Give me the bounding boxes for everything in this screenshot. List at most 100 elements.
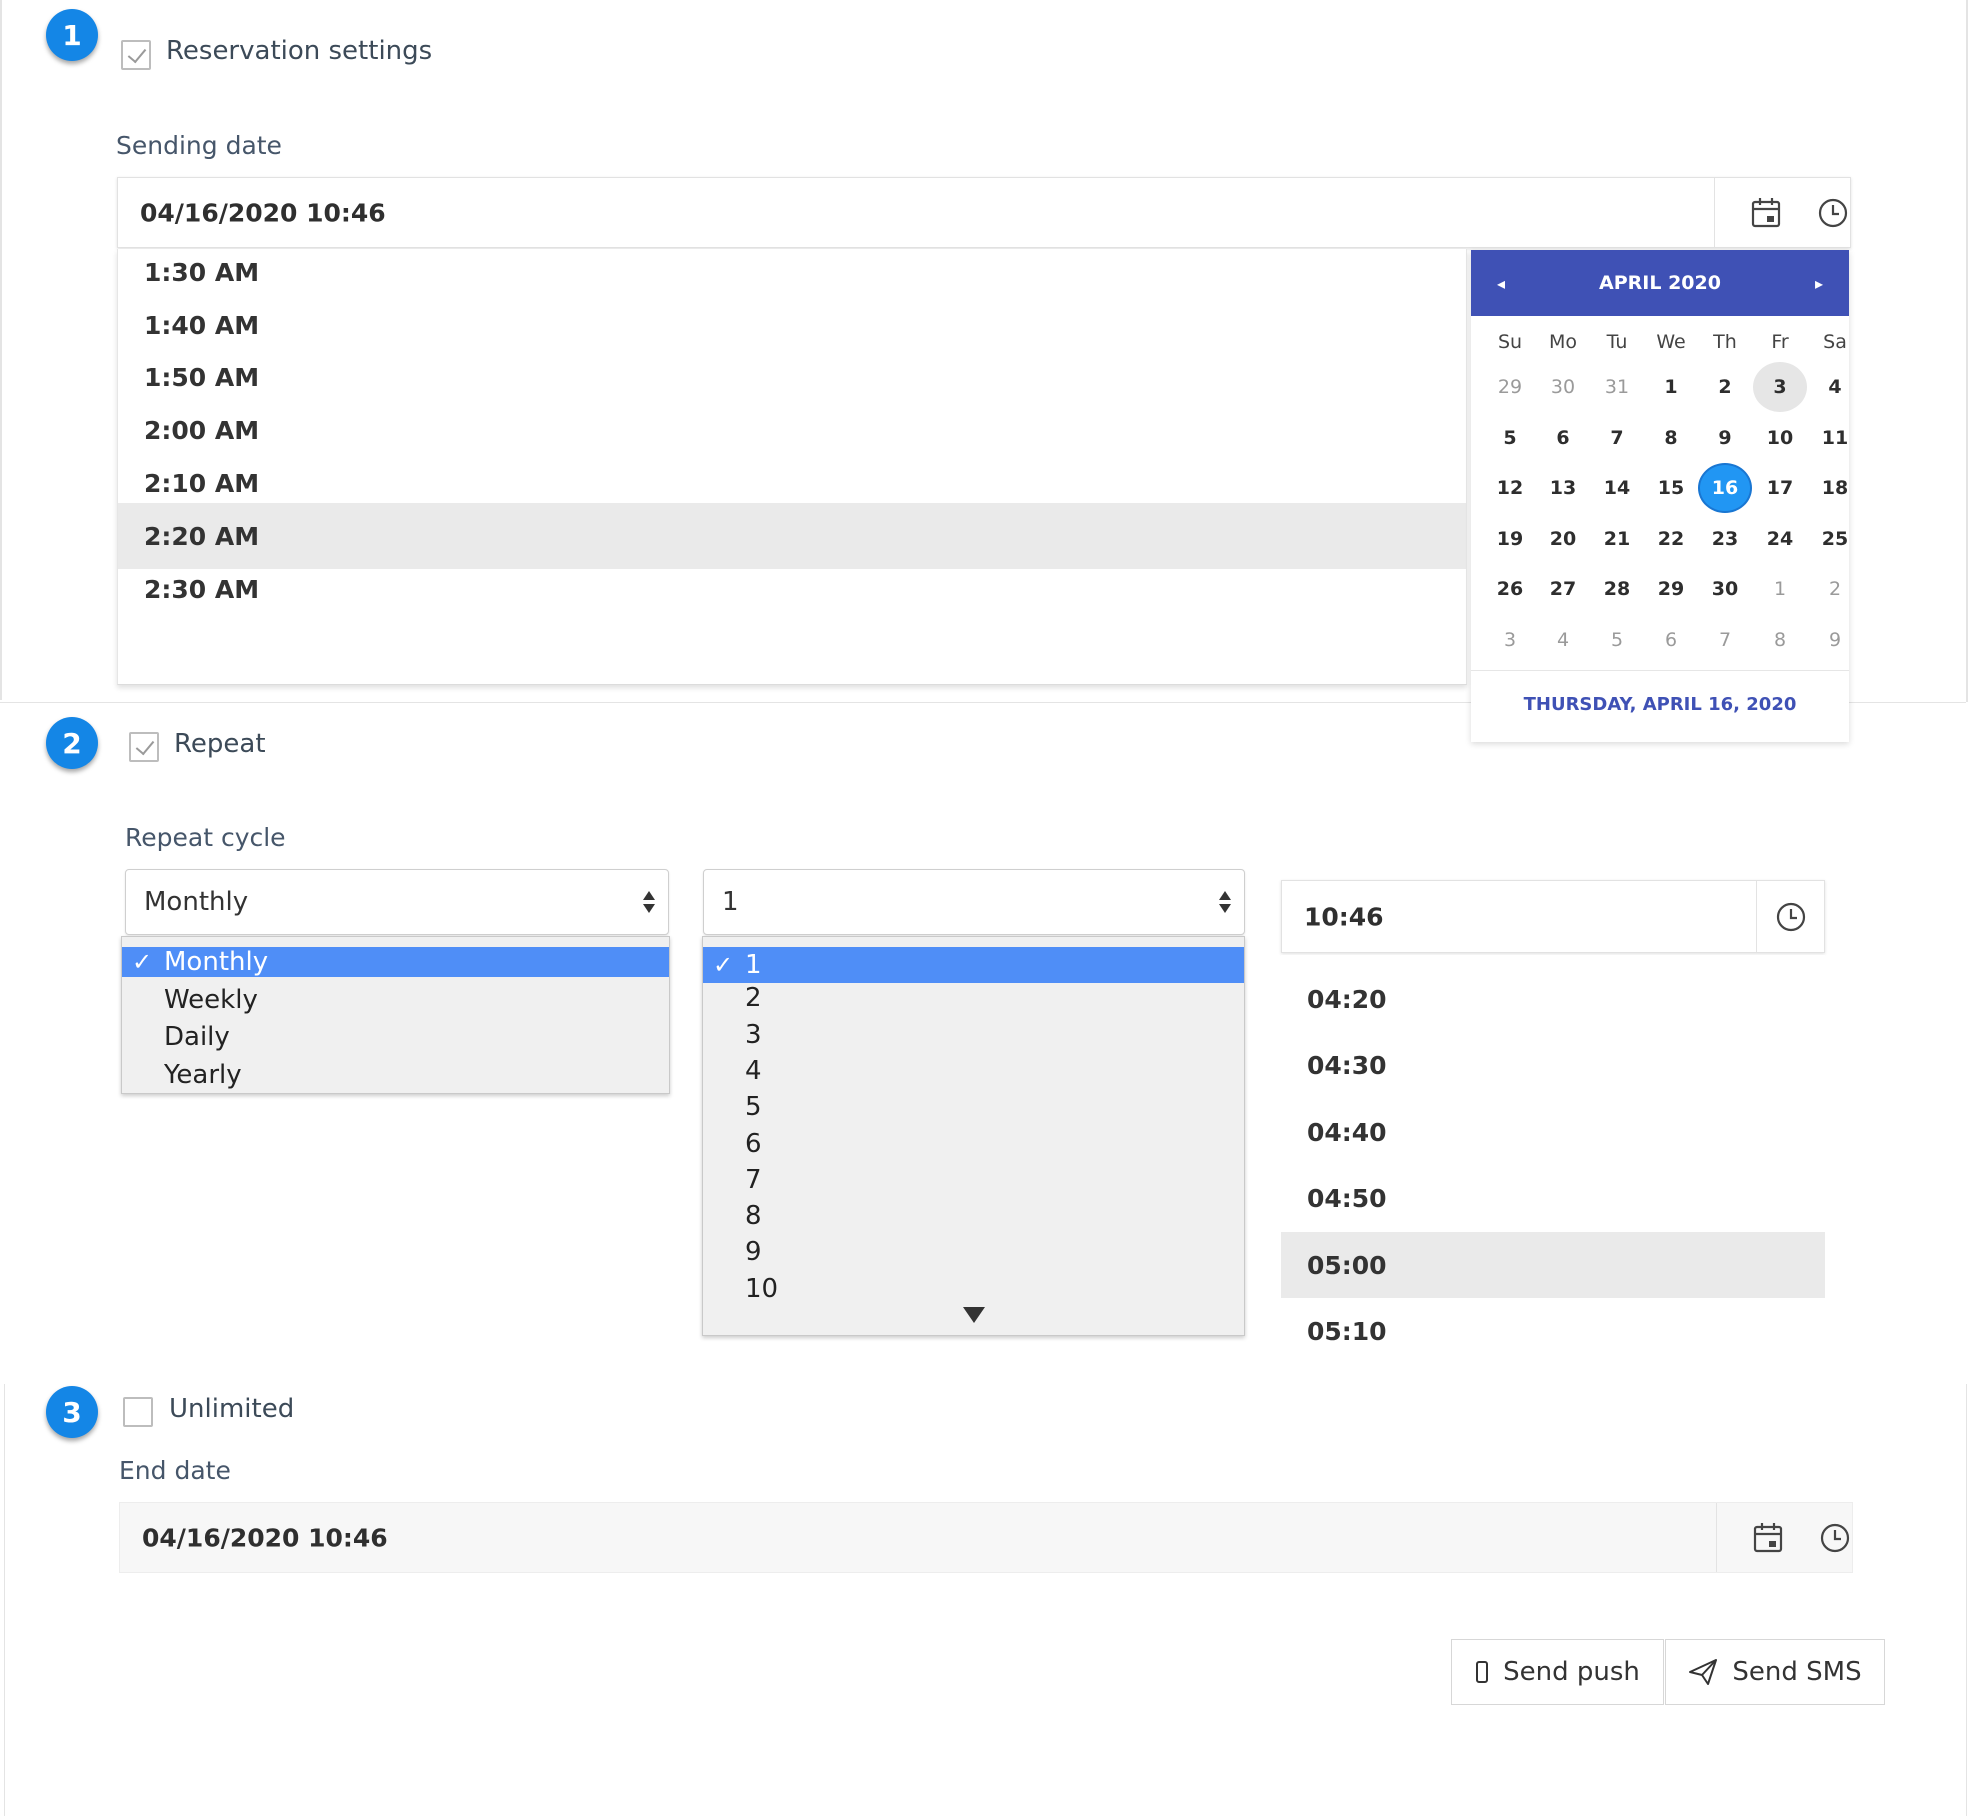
calendar-day[interactable]: 6 [1536, 413, 1590, 463]
repeat-cycle-option[interactable]: Yearly [122, 1060, 669, 1090]
end-date-value: 04/16/2020 10:46 [142, 1523, 388, 1552]
repeat-interval-option[interactable]: 8 [703, 1201, 1244, 1231]
calendar-day[interactable]: 8 [1753, 615, 1807, 665]
repeat-cycle-select[interactable]: Monthly [125, 869, 669, 935]
time-option[interactable]: 04:30 [1281, 1033, 1825, 1099]
checkmark-icon: ✓ [132, 948, 153, 976]
calendar-day[interactable]: 30 [1698, 564, 1752, 614]
calendar-day[interactable]: 7 [1698, 615, 1752, 665]
repeat-interval-option[interactable]: 4 [703, 1056, 1244, 1086]
repeat-interval-option[interactable]: 6 [703, 1129, 1244, 1159]
calendar-day[interactable]: 20 [1536, 514, 1590, 564]
repeat-interval-option[interactable]: 7 [703, 1165, 1244, 1195]
calendar-day[interactable]: 4 [1808, 362, 1862, 412]
calendar-day[interactable]: 4 [1536, 615, 1590, 665]
calendar-icon[interactable] [1749, 196, 1783, 230]
weekday-header: Su [1497, 331, 1523, 353]
calendar-day[interactable]: 2 [1808, 564, 1862, 614]
calendar-divider [1471, 670, 1849, 671]
calendar-day[interactable]: 7 [1590, 413, 1644, 463]
clock-icon[interactable] [1818, 1521, 1852, 1555]
calendar-day[interactable]: 29 [1644, 564, 1698, 614]
send-sms-button[interactable]: Send SMS [1665, 1639, 1885, 1705]
time-option[interactable]: 05:00 [1281, 1232, 1825, 1298]
unlimited-label: Unlimited [169, 1394, 295, 1424]
calendar-day[interactable]: 1 [1753, 564, 1807, 614]
checkmark-icon: ✓ [713, 951, 734, 979]
select-arrows-icon [1219, 891, 1231, 913]
option-label: Weekly [164, 984, 258, 1015]
repeat-cycle-option[interactable]: ✓ Monthly [122, 947, 669, 977]
sending-date-input[interactable]: 04/16/2020 10:46 [117, 177, 1851, 248]
repeat-cycle-option[interactable]: Weekly [122, 985, 669, 1015]
calendar-day[interactable]: 24 [1753, 514, 1807, 564]
calendar-day[interactable]: 5 [1590, 615, 1644, 665]
calendar-day[interactable]: 5 [1483, 413, 1537, 463]
time-option[interactable]: 04:50 [1281, 1166, 1825, 1232]
calendar-day[interactable]: 17 [1753, 463, 1807, 513]
repeat-interval-option[interactable]: 2 [703, 983, 1244, 1013]
calendar-day[interactable]: 3 [1483, 615, 1537, 665]
time-option[interactable]: 05:10 [1281, 1299, 1825, 1348]
calendar-day[interactable]: 30 [1536, 362, 1590, 412]
repeat-time-list: 04:20 04:30 04:40 04:50 05:00 05:10 [1281, 955, 1825, 1347]
end-date-label: End date [119, 1456, 231, 1485]
calendar-day[interactable]: 16 [1698, 463, 1752, 513]
panel-border-right-bottom [1966, 1384, 1967, 1816]
repeat-cycle-value: Monthly [144, 887, 249, 917]
time-option[interactable]: 2:30 AM [118, 556, 1466, 622]
calendar-day[interactable]: 9 [1808, 615, 1862, 665]
calendar-day[interactable]: 14 [1590, 463, 1644, 513]
next-month-button[interactable]: ▸ [1789, 250, 1849, 316]
calendar-day[interactable]: 13 [1536, 463, 1590, 513]
sending-date-value: 04/16/2020 10:46 [140, 198, 386, 227]
calendar-day[interactable]: 22 [1644, 514, 1698, 564]
calendar-day[interactable]: 28 [1590, 564, 1644, 614]
repeat-interval-option[interactable]: ✓ 1 [703, 947, 1244, 983]
calendar-day[interactable]: 25 [1808, 514, 1862, 564]
repeat-cycle-label: Repeat cycle [125, 823, 286, 852]
repeat-cycle-option[interactable]: Daily [122, 1022, 669, 1052]
repeat-checkbox[interactable] [129, 732, 159, 762]
clock-icon[interactable] [1816, 196, 1850, 230]
repeat-interval-option[interactable]: 10 [703, 1274, 1244, 1304]
time-option[interactable]: 04:20 [1281, 966, 1825, 1032]
calendar-day[interactable]: 23 [1698, 514, 1752, 564]
repeat-interval-option[interactable]: 9 [703, 1237, 1244, 1267]
option-label: 6 [745, 1128, 762, 1159]
reservation-settings-checkbox[interactable] [121, 40, 151, 70]
calendar-day[interactable]: 18 [1808, 463, 1862, 513]
unlimited-checkbox[interactable] [123, 1397, 153, 1427]
calendar-day[interactable]: 6 [1644, 615, 1698, 665]
repeat-interval-select[interactable]: 1 [703, 869, 1245, 935]
end-date-input[interactable]: 04/16/2020 10:46 [119, 1502, 1853, 1573]
calendar-day[interactable]: 9 [1698, 413, 1752, 463]
select-arrows-icon [643, 891, 655, 913]
calendar-day[interactable]: 10 [1753, 413, 1807, 463]
calendar-day[interactable]: 12 [1483, 463, 1537, 513]
step-badge-1: 1 [46, 9, 98, 61]
repeat-interval-option[interactable]: 3 [703, 1020, 1244, 1050]
scroll-down-arrow-icon[interactable] [963, 1307, 985, 1323]
calendar-day[interactable]: 2 [1698, 362, 1752, 412]
repeat-interval-option[interactable]: 5 [703, 1092, 1244, 1122]
calendar-day[interactable]: 31 [1590, 362, 1644, 412]
calendar-day[interactable]: 1 [1644, 362, 1698, 412]
calendar-day[interactable]: 3 [1753, 362, 1807, 412]
calendar-icon[interactable] [1751, 1521, 1785, 1555]
weekday-header: Th [1713, 331, 1737, 353]
mobile-icon [1476, 1661, 1489, 1683]
calendar-day[interactable]: 19 [1483, 514, 1537, 564]
repeat-time-value: 10:46 [1304, 902, 1384, 931]
repeat-time-input[interactable]: 10:46 [1281, 880, 1825, 953]
calendar-day[interactable]: 15 [1644, 463, 1698, 513]
calendar-day[interactable]: 11 [1808, 413, 1862, 463]
calendar-day[interactable]: 29 [1483, 362, 1537, 412]
clock-icon[interactable] [1774, 900, 1808, 934]
send-push-button[interactable]: Send push [1451, 1639, 1664, 1705]
calendar-day[interactable]: 27 [1536, 564, 1590, 614]
time-option[interactable]: 04:40 [1281, 1099, 1825, 1165]
calendar-day[interactable]: 8 [1644, 413, 1698, 463]
calendar-day[interactable]: 21 [1590, 514, 1644, 564]
calendar-day[interactable]: 26 [1483, 564, 1537, 614]
